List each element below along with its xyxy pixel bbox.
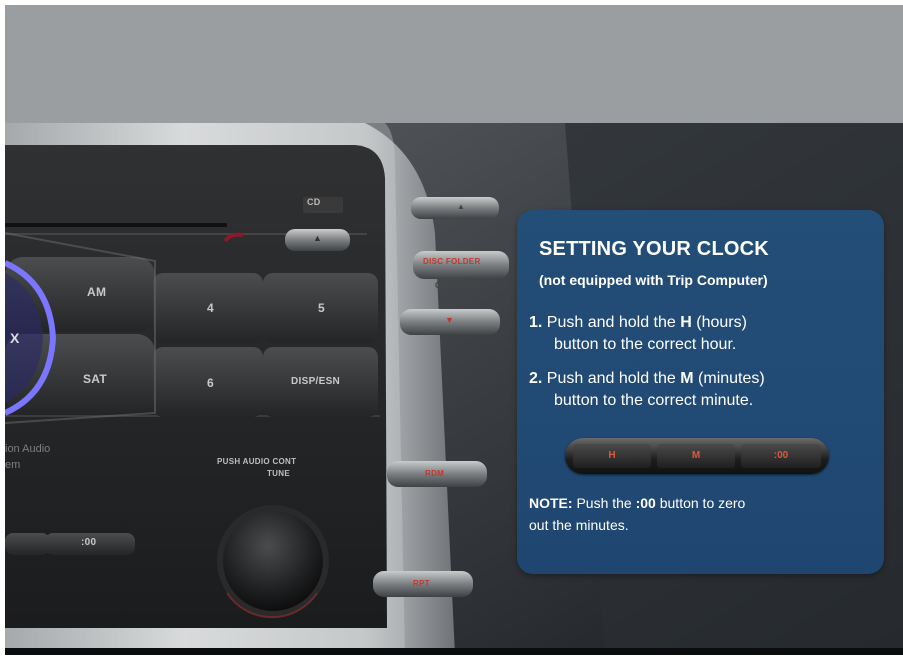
- rdm-button-label[interactable]: RDM: [425, 469, 444, 478]
- audio-system-text-2: em: [5, 459, 21, 471]
- audio-cont-label: PUSH AUDIO CONT: [217, 457, 297, 466]
- keypad-h-key: H: [573, 444, 651, 468]
- preset-5-label[interactable]: 5: [318, 301, 325, 315]
- note-post: button to zero: [659, 495, 746, 511]
- audio-system-text: ion Audio: [5, 443, 51, 455]
- x-label: X: [10, 330, 20, 346]
- note-pre: Push the: [576, 495, 632, 511]
- step-2: 2. Push and hold the M (minutes) button …: [529, 368, 765, 412]
- tune-label: TUNE: [267, 469, 290, 478]
- disc-folder-label[interactable]: DISC FOLDER: [423, 257, 481, 266]
- down-button-label[interactable]: ▼: [445, 315, 454, 325]
- clock-instructions-card: SETTING YOUR CLOCK (not equipped with Tr…: [517, 210, 884, 574]
- category-label: CATEGORY: [435, 281, 482, 290]
- note-line-2: out the minutes.: [529, 517, 629, 533]
- note-label: NOTE:: [529, 495, 573, 511]
- step-1-key: H: [680, 314, 692, 331]
- note-key: :00: [635, 495, 656, 511]
- top-gray-band: [5, 5, 903, 123]
- card-subtitle: (not equipped with Trip Computer): [539, 272, 768, 288]
- cd-icon-label: CD: [307, 197, 321, 207]
- sat-button-label[interactable]: SAT: [83, 372, 107, 386]
- step-2-text-post: (minutes): [698, 370, 765, 387]
- am-button-label[interactable]: AM: [87, 285, 106, 299]
- note-text: NOTE: Push the :00 button to zero out th…: [529, 492, 869, 536]
- step-1-text: Push and hold the: [546, 314, 676, 331]
- clock-keypad-illustration: H M :00: [565, 438, 829, 474]
- keypad-zero-key: :00: [741, 444, 821, 468]
- step-2-text: Push and hold the: [546, 370, 676, 387]
- step-1-number: 1.: [529, 314, 543, 331]
- step-2-key: M: [680, 370, 694, 387]
- preset-6-label[interactable]: 6: [207, 376, 214, 390]
- preset-4-label[interactable]: 4: [207, 301, 214, 315]
- rpt-button-label[interactable]: RPT: [413, 579, 430, 588]
- keypad-m-key: M: [657, 444, 735, 468]
- step-1-text-post: (hours): [696, 314, 747, 331]
- step-1: 1. Push and hold the H (hours) button to…: [529, 312, 747, 356]
- radio-photo: CD ▲ X AM SAT 4 5 6 DISP/ESN ion Audio e…: [5, 123, 903, 655]
- step-2-line-2: button to the correct minute.: [554, 392, 754, 409]
- zero-minutes-label[interactable]: :00: [81, 537, 96, 548]
- page: CD ▲ X AM SAT 4 5 6 DISP/ESN ion Audio e…: [0, 0, 903, 662]
- card-title: SETTING YOUR CLOCK: [539, 238, 769, 260]
- up-button-label[interactable]: ▲: [457, 202, 465, 211]
- step-1-line-2: button to the correct hour.: [554, 336, 737, 353]
- eject-label: ▲: [313, 233, 323, 243]
- disp-esn-label[interactable]: DISP/ESN: [291, 376, 340, 387]
- step-2-number: 2.: [529, 370, 543, 387]
